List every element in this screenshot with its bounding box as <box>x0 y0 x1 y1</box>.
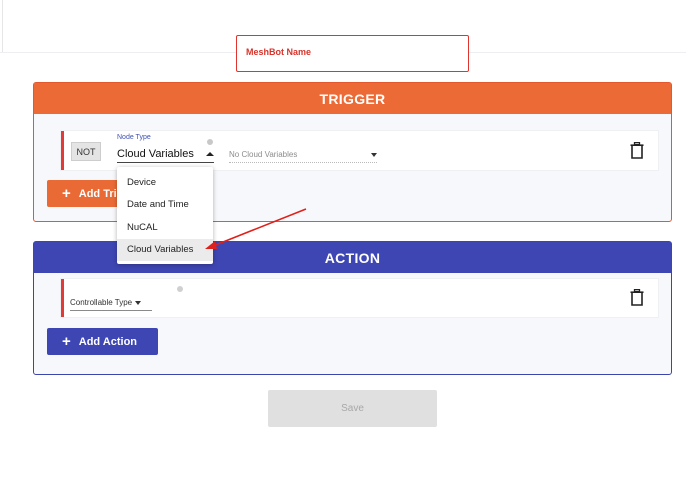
annotation-arrow <box>205 208 307 249</box>
